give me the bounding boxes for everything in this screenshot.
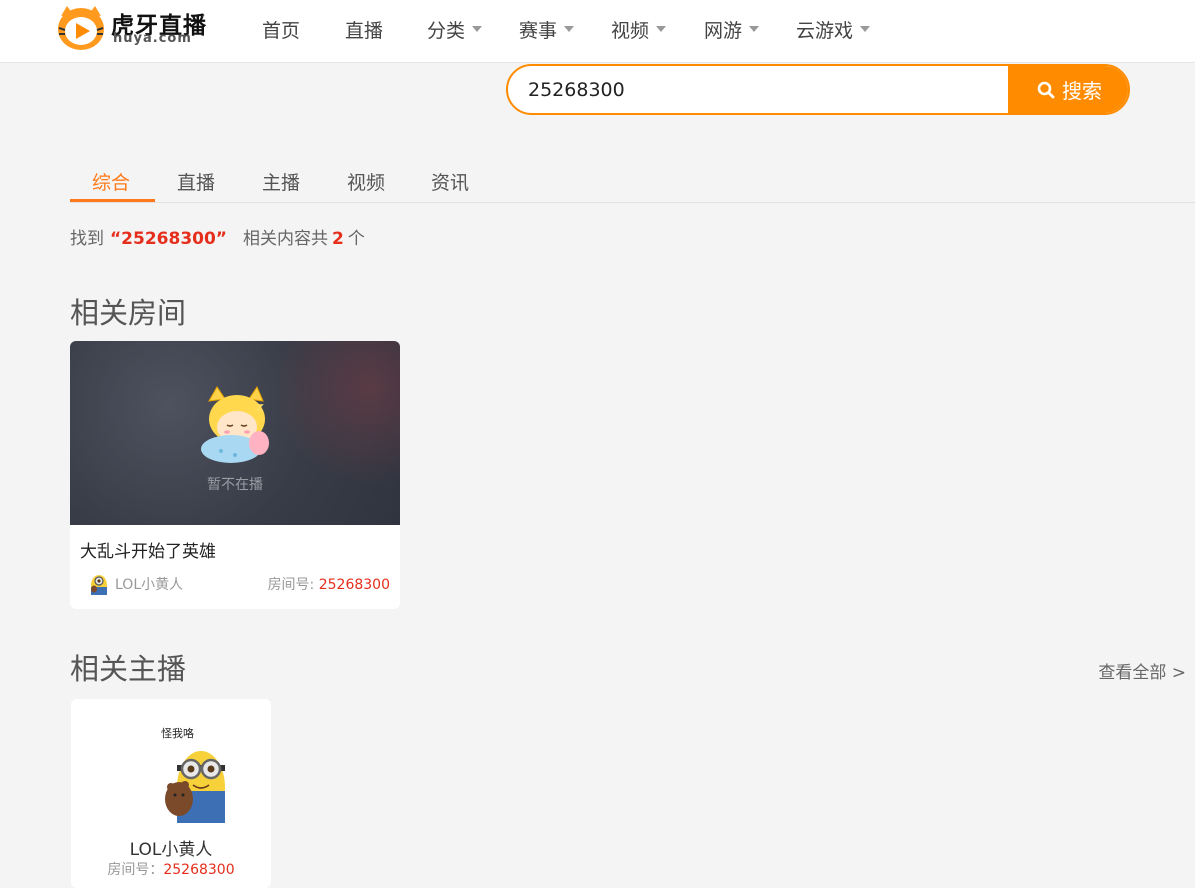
sleeping-mascot-icon — [201, 385, 269, 463]
nav-item-videos[interactable]: 视频 — [611, 16, 667, 43]
nav-item-live[interactable]: 直播 — [345, 16, 383, 43]
nav-item-home[interactable]: 首页 — [262, 16, 300, 43]
tab-news[interactable]: 资讯 — [431, 168, 469, 195]
search-button[interactable]: 搜索 — [1008, 66, 1128, 113]
view-all-link[interactable]: 查看全部 > — [1098, 658, 1186, 683]
chevron-down-icon — [564, 25, 575, 32]
chevron-down-icon — [472, 25, 483, 32]
nav-item-label: 首页 — [262, 20, 301, 42]
anchor-room-label: 房间号： — [107, 862, 164, 878]
tiger-logo-icon — [58, 6, 104, 50]
rooms-section-title: 相关房间 — [70, 296, 187, 330]
nav-item-label: 直播 — [345, 20, 384, 42]
search-input[interactable] — [508, 66, 1008, 113]
room-host-name[interactable]: LOL小黄人 — [115, 574, 183, 594]
tab-anchors[interactable]: 主播 — [262, 168, 300, 195]
result-prefix: 找到 — [70, 229, 104, 249]
tab-videos[interactable]: 视频 — [347, 168, 385, 195]
anchor-avatar: 怪我咯 — [121, 721, 231, 831]
room-number-label: 房间号: — [267, 577, 315, 593]
nav-item-label: 赛事 — [519, 20, 558, 42]
nav-item-online-games[interactable]: 网游 — [704, 16, 760, 43]
result-keyword: “25268300” — [110, 229, 227, 249]
anchor-name[interactable]: LOL小黄人 — [71, 835, 271, 860]
nav-item-category[interactable]: 分类 — [427, 16, 483, 43]
host-avatar — [91, 575, 107, 595]
huya-logo[interactable]: 虎牙直播 huya.com — [55, 2, 215, 54]
room-number: 房间号: 25268300 — [268, 574, 390, 594]
nav-item-label: 云游戏 — [796, 20, 854, 42]
tab-all[interactable]: 综合 — [92, 168, 130, 195]
nav-item-events[interactable]: 赛事 — [519, 16, 575, 43]
anchors-section-title: 相关主播 — [70, 652, 187, 686]
offline-status: 暂不在播 — [207, 477, 263, 493]
nav-item-cloud-games[interactable]: 云游戏 — [796, 16, 871, 43]
result-tabs: 综合 直播 主播 视频 资讯 — [70, 160, 1195, 203]
search-bar: 搜索 — [506, 64, 1130, 115]
result-suffix: 个 — [347, 229, 365, 249]
room-title[interactable]: 大乱斗开始了英雄 — [80, 537, 216, 562]
room-card[interactable]: 暂不在播 大乱斗开始了英雄 LOL小黄人 房间号: 25268300 — [70, 341, 400, 609]
room-thumbnail: 暂不在播 — [70, 341, 400, 525]
brand-domain: huya.com — [113, 31, 192, 46]
search-icon — [1037, 81, 1055, 98]
result-summary: 找到 “25268300” 相关内容共 2 个 — [70, 224, 365, 249]
anchor-card[interactable]: 怪我咯 LOL小黄人 房间号：25268300 — [71, 699, 271, 888]
anchor-room-number: 房间号：25268300 — [71, 859, 271, 879]
result-count: 2 — [331, 229, 344, 249]
chevron-down-icon — [860, 25, 871, 32]
chevron-down-icon — [749, 25, 760, 32]
avatar-caption: 怪我咯 — [161, 726, 194, 740]
active-tab-indicator — [70, 199, 155, 202]
nav-item-label: 视频 — [611, 20, 650, 42]
chevron-down-icon — [656, 25, 667, 32]
room-number-value: 25268300 — [318, 577, 390, 593]
result-middle: 相关内容共 — [242, 229, 328, 249]
tab-live[interactable]: 直播 — [177, 168, 215, 195]
top-header: 虎牙直播 huya.com 首页 直播 分类 赛事 视频 网游 云游戏 — [0, 0, 1195, 63]
search-button-label: 搜索 — [1062, 79, 1102, 103]
nav-item-label: 网游 — [704, 20, 743, 42]
nav-item-label: 分类 — [427, 20, 466, 42]
anchor-room-value: 25268300 — [163, 862, 235, 878]
